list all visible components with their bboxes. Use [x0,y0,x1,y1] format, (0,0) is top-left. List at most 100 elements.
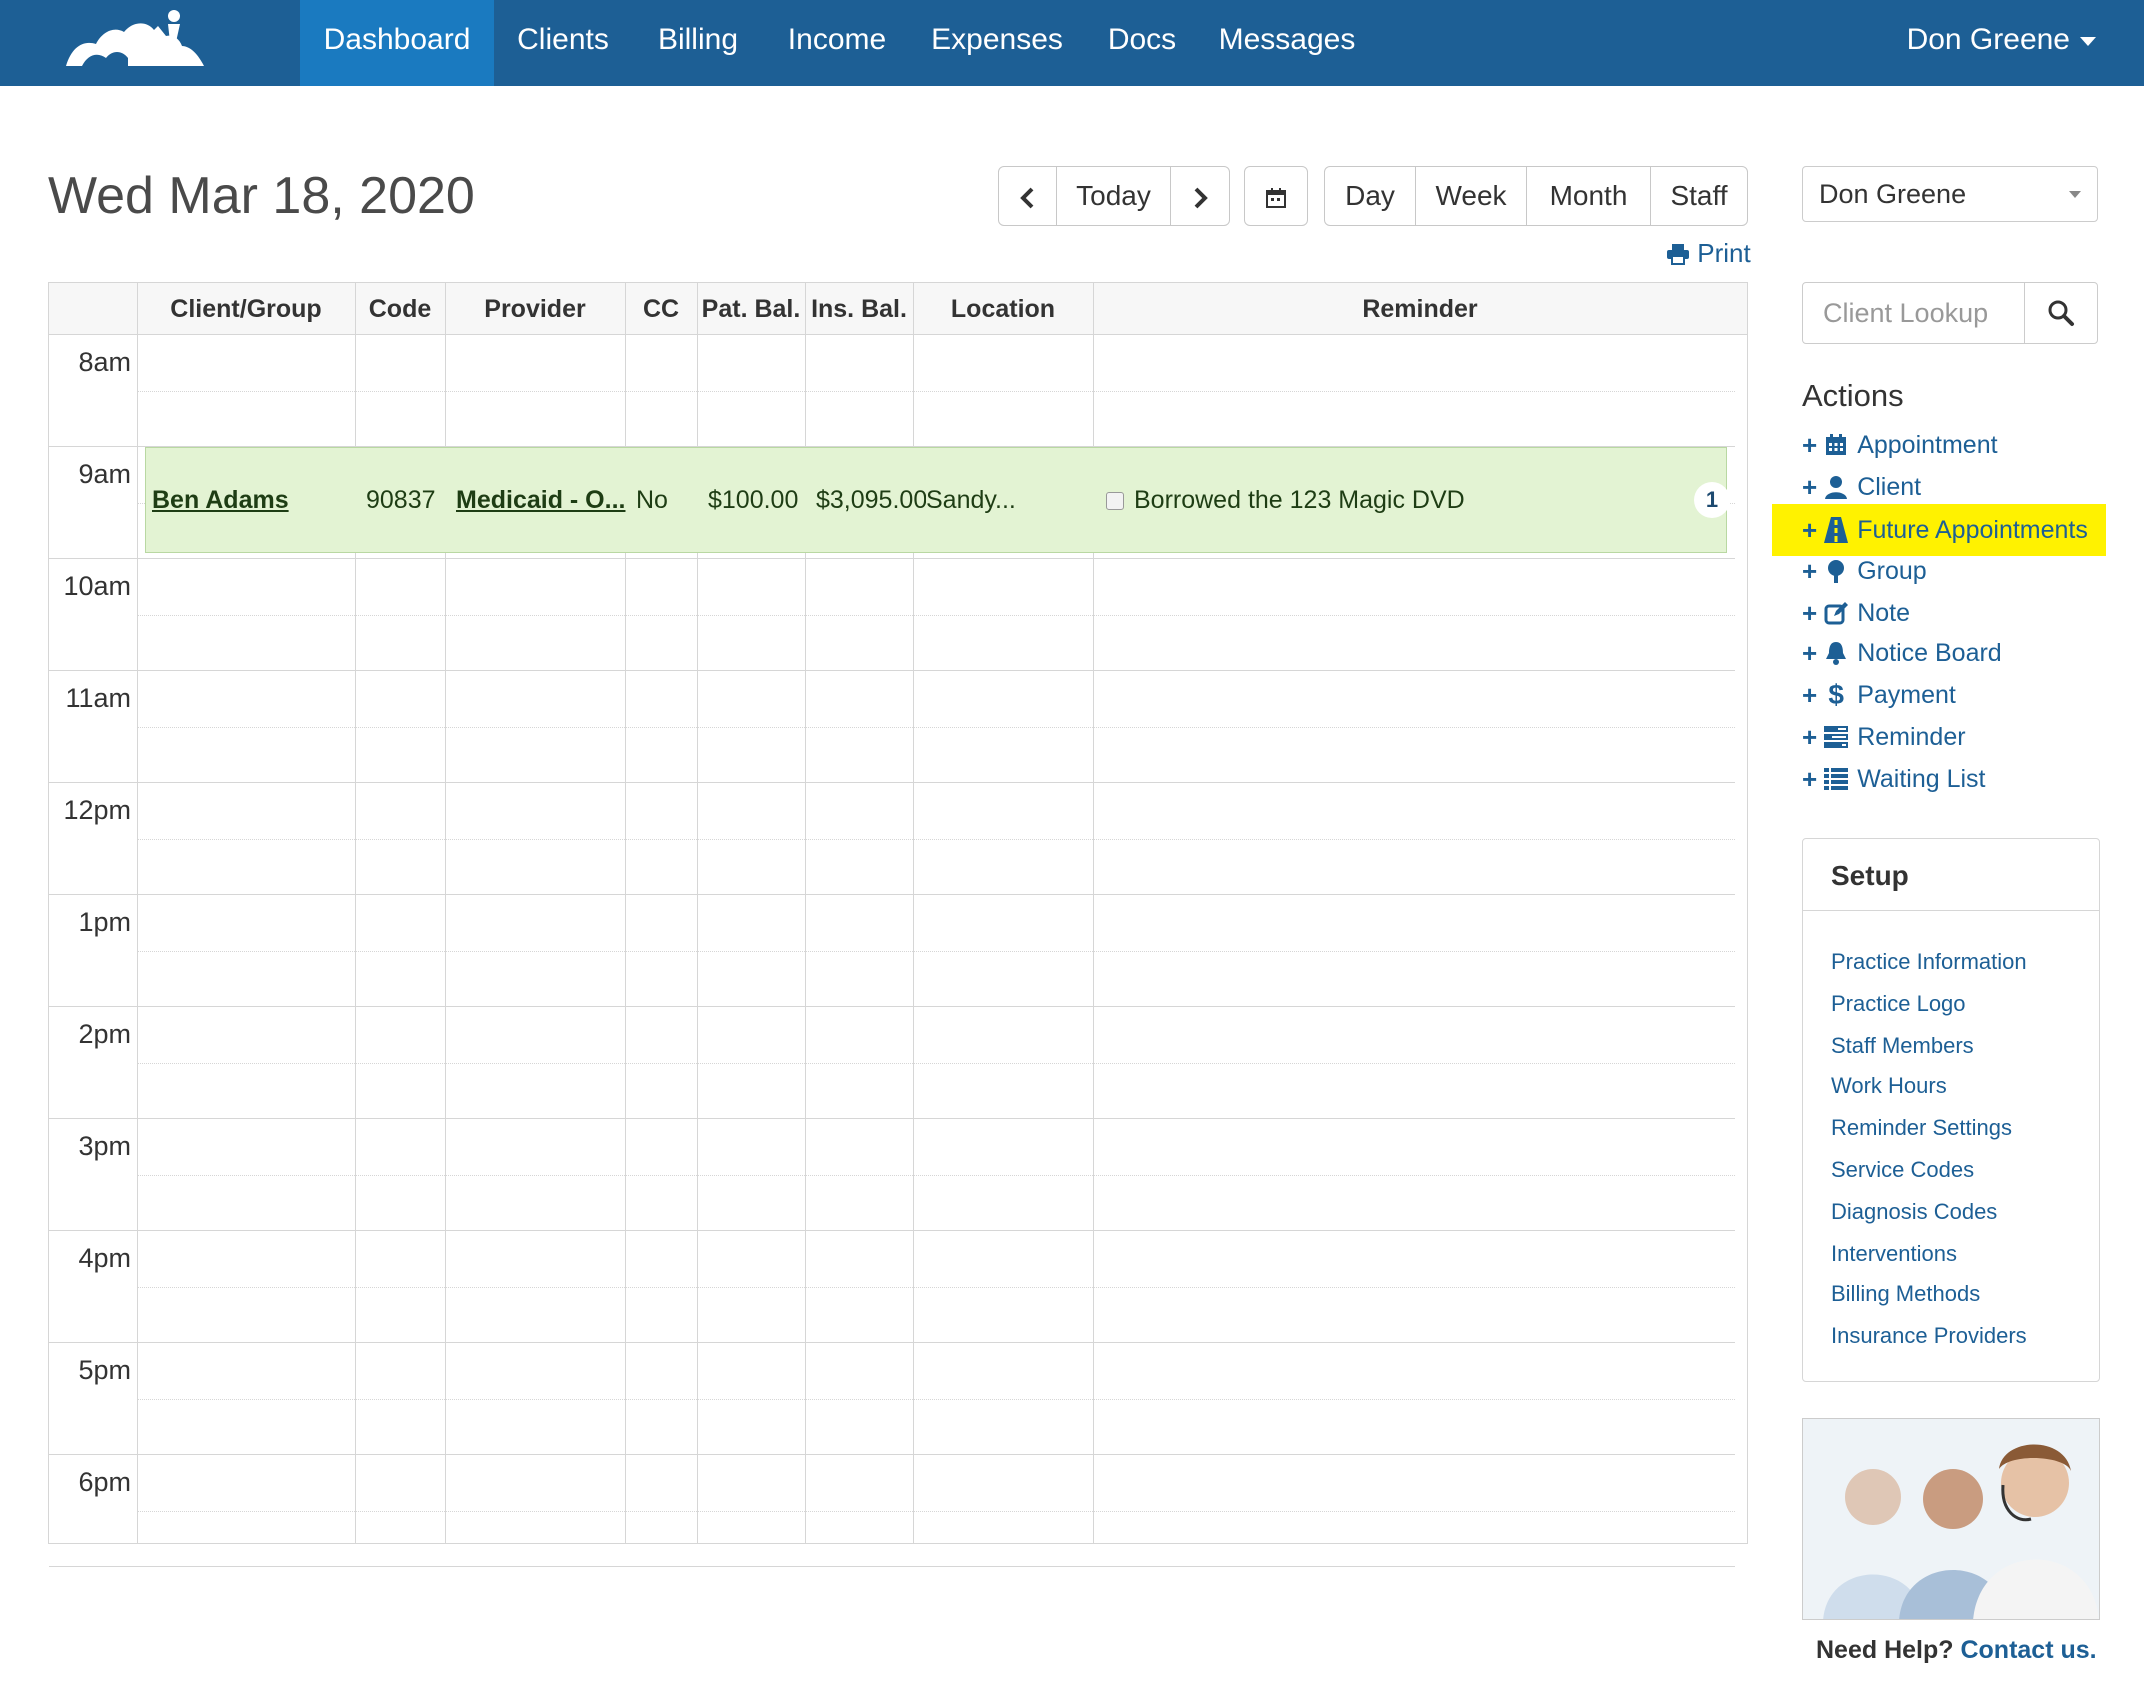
day-calendar: Client/Group Code Provider CC Pat. Bal. … [48,282,1748,1567]
client-lookup-input[interactable] [1803,283,2025,343]
road-icon [1823,517,1849,543]
half-hour-line [137,615,1735,616]
action-notice-board[interactable]: + Notice Board [1802,634,2002,672]
chevron-down-icon [2069,191,2081,198]
action-appointment[interactable]: + Appointment [1802,426,1998,464]
action-group[interactable]: + Group [1802,552,1927,590]
hour-row[interactable]: 1pm [49,895,1735,1007]
appt-provider-link[interactable]: Medicaid - O... [456,486,625,514]
action-reminder[interactable]: + Reminder [1802,718,1966,756]
nav-docs[interactable]: Docs [1094,0,1190,86]
view-staff-button[interactable]: Staff [1651,167,1747,225]
col-location[interactable]: Location [913,283,1093,335]
setup-link-work-hours[interactable]: Work Hours [1831,1073,1947,1099]
appt-reminder: Borrowed the 123 Magic DVD [1106,448,1666,552]
col-cc[interactable]: CC [625,283,697,335]
setup-link-interventions[interactable]: Interventions [1831,1241,1957,1267]
half-hour-line [137,1175,1735,1176]
plus-icon: + [1802,597,1818,628]
support-photo[interactable] [1802,1418,2100,1620]
tasks-icon [1823,724,1849,750]
half-hour-line [137,1287,1735,1288]
hour-label: 5pm [78,1355,131,1385]
plus-icon: + [1802,679,1818,710]
nav-income[interactable]: Income [774,0,900,86]
contact-us-link[interactable]: Contact us. [1960,1636,2096,1664]
nav-dashboard[interactable]: Dashboard [300,0,494,86]
user-menu[interactable]: Don Greene [1907,0,2096,86]
client-lookup [1802,282,2098,344]
chevron-right-icon [1194,187,1208,209]
nav-messages[interactable]: Messages [1212,0,1362,86]
top-navbar: Dashboard Clients Billing Income Expense… [0,0,2144,86]
staff-select-value: Don Greene [1819,179,1967,209]
appt-client-link[interactable]: Ben Adams [152,486,289,514]
setup-link-insurance-providers[interactable]: Insurance Providers [1831,1323,2027,1349]
appt-client: Ben Adams [152,448,352,552]
action-label: Future Appointments [1857,515,2088,544]
date-picker-button[interactable] [1245,167,1307,225]
print-label: Print [1697,238,1751,268]
setup-link-practice-information[interactable]: Practice Information [1831,949,2027,975]
action-label: Waiting List [1857,764,1986,793]
hour-row[interactable]: 6pm [49,1455,1735,1567]
appt-pat-bal: $100.00 [708,486,799,514]
col-reminder[interactable]: Reminder [1093,283,1747,335]
calendar-header: Client/Group Code Provider CC Pat. Bal. … [49,283,1747,335]
view-month-button[interactable]: Month [1527,167,1651,225]
setup-link-staff-members[interactable]: Staff Members [1831,1033,1974,1059]
action-note[interactable]: + Note [1802,594,1910,632]
hour-label: 6pm [78,1467,131,1497]
prev-button[interactable] [999,167,1057,225]
hour-row[interactable]: 12pm [49,783,1735,895]
col-provider[interactable]: Provider [445,283,625,335]
setup-link-reminder-settings[interactable]: Reminder Settings [1831,1115,2012,1141]
setup-link-diagnosis-codes[interactable]: Diagnosis Codes [1831,1199,1997,1225]
view-week-button[interactable]: Week [1416,167,1527,225]
col-divider [137,283,138,1543]
hour-row[interactable]: 5pm [49,1343,1735,1455]
caret-down-icon [2080,36,2096,46]
print-link[interactable]: Print [1666,238,1751,269]
action-future-appointments[interactable]: + Future Appointments [1772,504,2106,556]
staff-select[interactable]: Don Greene [1802,166,2098,222]
hour-label: 1pm [78,907,131,937]
col-code[interactable]: Code [355,283,445,335]
nav-billing[interactable]: Billing [640,0,756,86]
hour-row[interactable]: 2pm [49,1007,1735,1119]
action-label: Appointment [1857,430,1998,459]
hour-label: 3pm [78,1131,131,1161]
nav-clients[interactable]: Clients [506,0,620,86]
app-logo[interactable] [62,6,208,72]
plus-icon: + [1802,721,1818,752]
reminder-checkbox[interactable] [1106,492,1124,511]
hour-row[interactable]: 3pm [49,1119,1735,1231]
plus-icon: + [1802,429,1818,460]
client-lookup-button[interactable] [2025,283,2097,343]
action-payment[interactable]: + $ Payment [1802,676,1956,714]
support-agents-image [1803,1419,2099,1619]
hour-row[interactable]: 4pm [49,1231,1735,1343]
setup-link-service-codes[interactable]: Service Codes [1831,1157,1974,1183]
actions-title: Actions [1802,378,1904,413]
today-button[interactable]: Today [1057,167,1171,225]
col-pat-bal[interactable]: Pat. Bal. [697,283,805,335]
appt-count-badge: 1 [1694,482,1730,518]
setup-link-billing-methods[interactable]: Billing Methods [1831,1281,1980,1307]
plus-icon: + [1802,763,1818,794]
hour-row[interactable]: 8am [49,335,1735,447]
nav-expenses[interactable]: Expenses [922,0,1072,86]
view-day-button[interactable]: Day [1325,167,1416,225]
appointment-block[interactable]: Ben Adams 90837 Medicaid - O... No $100.… [145,447,1730,553]
action-waiting-list[interactable]: + Waiting List [1802,760,1985,798]
appt-provider: Medicaid - O... [456,448,628,552]
list-icon [1823,766,1849,792]
hour-row[interactable]: 10am [49,559,1735,671]
hour-row[interactable]: 11am [49,671,1735,783]
col-ins-bal[interactable]: Ins. Bal. [805,283,913,335]
setup-panel: Setup Practice Information Practice Logo… [1802,838,2100,1382]
next-button[interactable] [1171,167,1229,225]
col-client-group[interactable]: Client/Group [137,283,355,335]
setup-link-practice-logo[interactable]: Practice Logo [1831,991,1966,1017]
action-client[interactable]: + Client [1802,468,1921,506]
